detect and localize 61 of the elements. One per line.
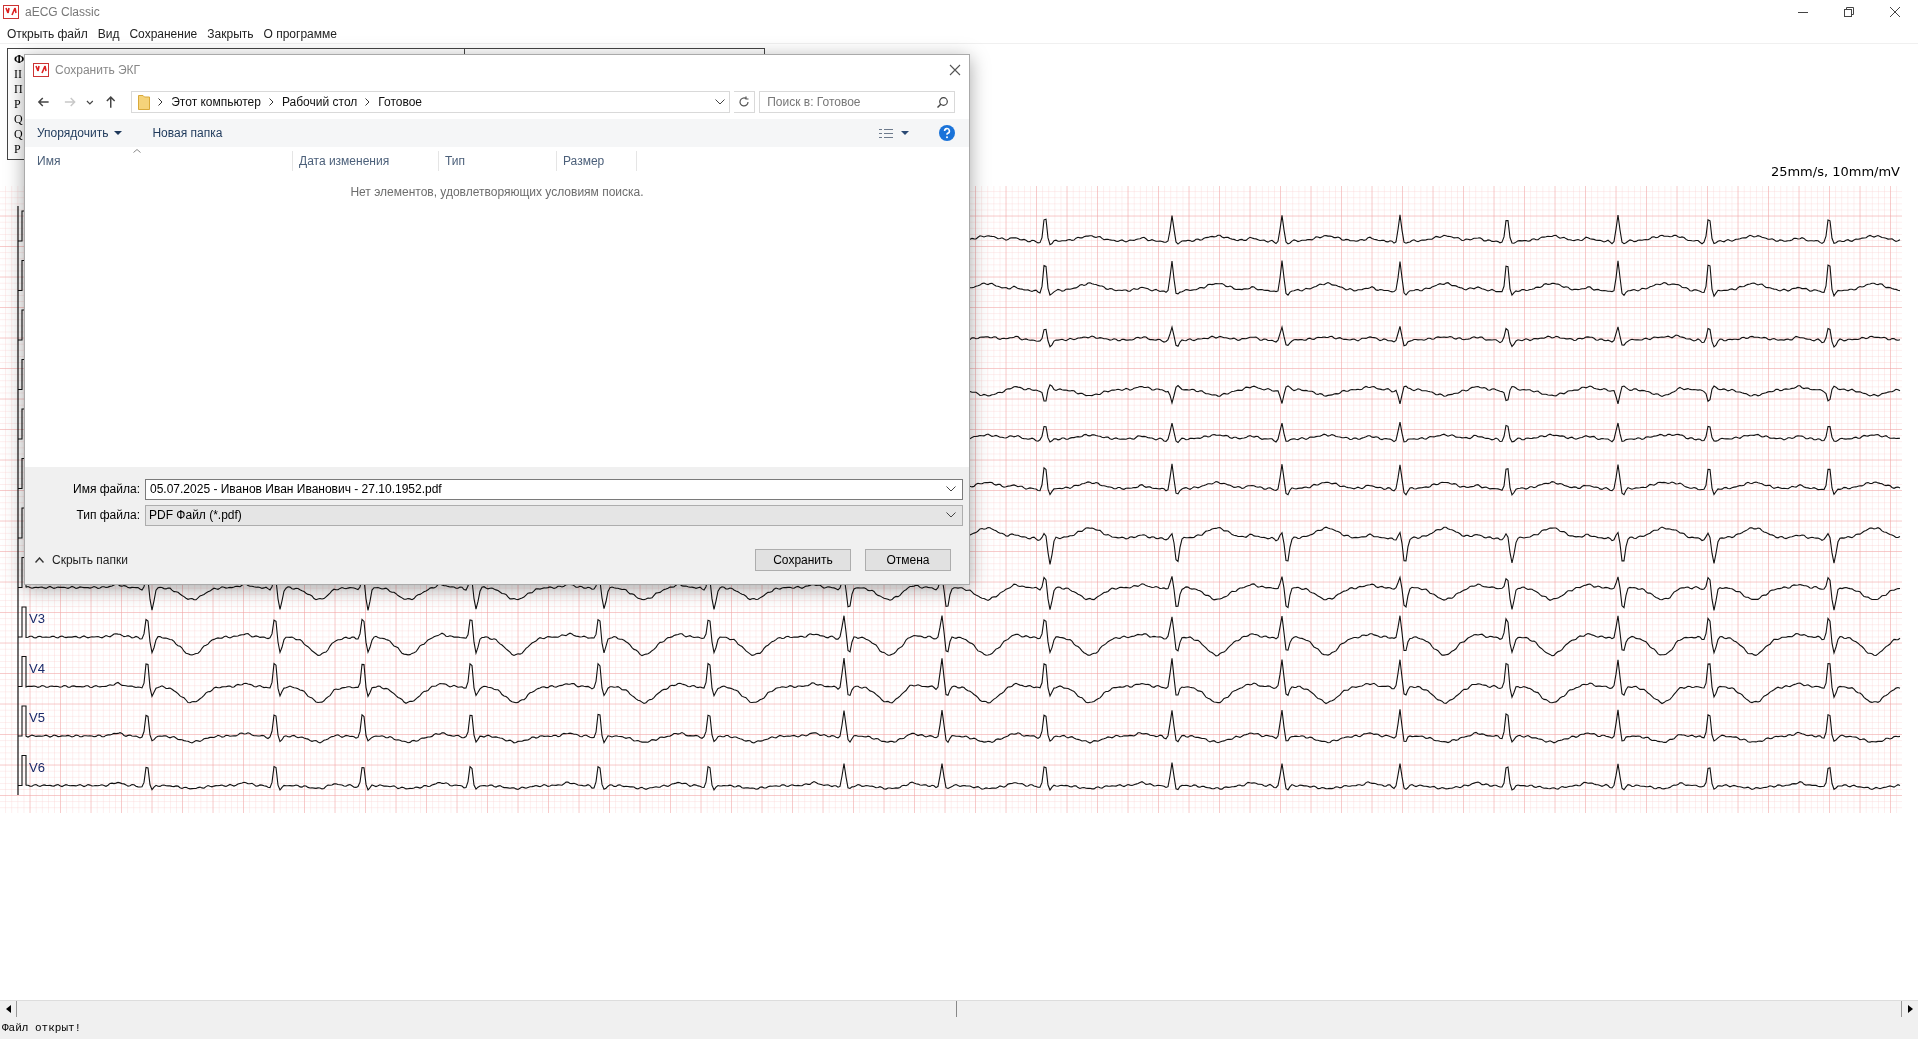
save-button[interactable]: Сохранить [755,549,851,571]
dialog-icon [33,63,49,77]
new-folder-button[interactable]: Новая папка [152,124,223,142]
caret-icon [114,131,123,135]
lead-label: V3 [29,611,45,626]
info-line: P [14,97,21,112]
caret-icon[interactable] [901,131,909,135]
lead-label: V4 [29,660,45,676]
info-line: Ф [14,52,25,67]
search-field[interactable]: Поиск в: Готовое [759,91,955,113]
dropdown-chevron-icon [946,486,956,492]
menu-item[interactable]: О программе [258,24,342,43]
horizontal-scrollbar[interactable] [0,1000,1918,1017]
info-line: Q [14,127,23,142]
close-icon[interactable] [949,64,961,76]
folder-icon [138,94,151,110]
menu-item[interactable]: Закрыть [202,24,259,43]
search-input[interactable]: Поиск в: Готовое [767,93,937,111]
search-icon[interactable] [937,96,948,108]
sort-caret-icon [133,149,141,153]
info-line: Q [14,112,23,127]
left-arrow-icon [5,1005,11,1013]
minimize-icon [1798,11,1808,13]
lead-label: V5 [29,710,45,725]
info-line: II [14,67,22,82]
breadcrumb-item[interactable]: Этот компьютер [171,93,261,111]
address-bar[interactable]: Этот компьютер Рабочий стол Готовое [131,91,730,113]
dropdown-chevron-icon[interactable] [714,99,725,105]
info-line: П [14,82,23,97]
refresh-button[interactable] [733,91,756,113]
breadcrumb-item[interactable]: Готовое [378,93,423,111]
empty-message: Нет элементов, удовлетворяющих условиям поиска. [350,184,644,199]
field-label: Имя файла: [72,481,141,498]
lead-label: V6 [29,759,45,775]
filename-field[interactable]: 05.07.2025 - Иванов Иван Иванович - 27.10.1952.pdf [145,478,963,500]
organize-button[interactable]: Упорядочить [37,124,123,142]
dialog-title: Сохранить ЭКГ [55,62,141,79]
app-icon [3,5,19,19]
filetype-dropdown[interactable]: PDF Файл (*.pdf) [145,504,963,526]
restore-icon [1844,7,1854,17]
view-options-icon[interactable] [879,127,893,139]
scale-label: 25mm/s, 10mm/mV [1770,164,1900,180]
chevron-right-icon [158,98,164,106]
chevron-right-icon [268,98,274,106]
menu-item[interactable]: Сохранение [124,24,203,43]
help-icon[interactable] [939,125,955,141]
chevron-up-icon [35,557,44,563]
status-text: Файл открыт! [2,1020,82,1036]
hide-folders-button[interactable]: Скрыть папки [35,551,128,569]
dropdown-chevron-icon [946,512,956,518]
window-title: aECG Classic [25,4,100,21]
breadcrumb-item[interactable]: Рабочий стол [281,93,358,111]
info-line: P [14,142,21,157]
chevron-right-icon [365,98,371,106]
close-icon [1890,7,1900,17]
field-label: Тип файла: [75,507,141,524]
cancel-button[interactable]: Отмена [865,549,951,571]
right-arrow-icon [1907,1005,1913,1013]
menu-item[interactable]: Открыть файл [2,24,93,43]
menu-item[interactable]: Вид [92,24,125,43]
refresh-icon [737,96,750,108]
